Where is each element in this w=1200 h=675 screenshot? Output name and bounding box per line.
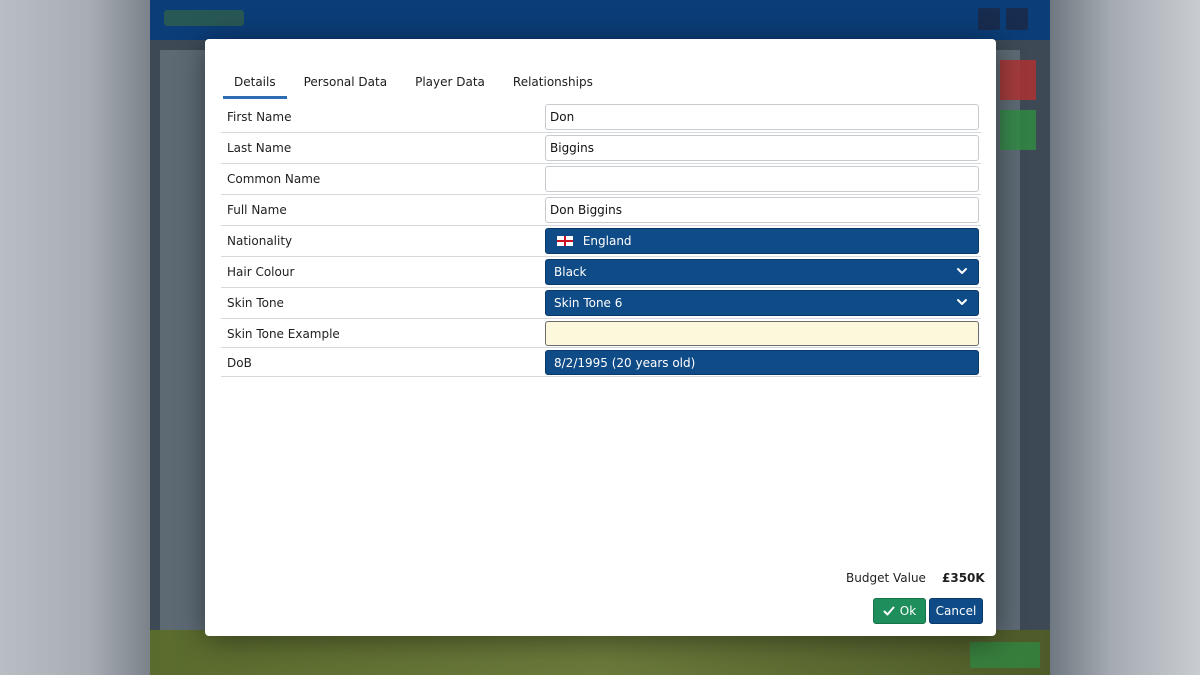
tab-personal-data[interactable]: Personal Data	[293, 69, 398, 99]
ok-button-label: Ok	[899, 604, 917, 618]
background-app-button	[1006, 8, 1028, 30]
first-name-label: First Name	[227, 110, 292, 124]
skin-tone-example-label: Skin Tone Example	[227, 327, 340, 341]
dob-picker[interactable]: 8/2/1995 (20 years old)	[545, 350, 979, 375]
form-row-common-name: Common Name	[221, 164, 981, 195]
nationality-label: Nationality	[227, 234, 293, 248]
nationality-value: England	[582, 234, 632, 248]
cancel-button-label: Cancel	[935, 604, 977, 618]
chevron-down-icon	[957, 299, 967, 305]
form-row-hair-colour: Hair Colour Black	[221, 257, 981, 288]
edit-player-dialog: Details Personal Data Player Data Relati…	[205, 39, 996, 636]
skin-tone-label: Skin Tone	[227, 296, 284, 310]
first-name-input[interactable]	[545, 104, 979, 130]
skin-tone-dropdown[interactable]: Skin Tone 6	[545, 290, 979, 316]
tab-bar: Details Personal Data Player Data Relati…	[223, 69, 610, 99]
common-name-input[interactable]	[545, 166, 979, 192]
last-name-label: Last Name	[227, 141, 292, 155]
ok-button[interactable]: Ok	[873, 598, 926, 624]
background-app-header	[150, 0, 1050, 40]
dob-value: 8/2/1995 (20 years old)	[554, 356, 696, 370]
background-blur-left	[0, 0, 150, 675]
nationality-selector[interactable]: England	[545, 228, 979, 254]
background-app-green-block	[1000, 110, 1036, 150]
common-name-label: Common Name	[227, 172, 321, 186]
background-app-footer	[150, 630, 1050, 675]
tab-player-data[interactable]: Player Data	[404, 69, 496, 99]
hair-colour-value: Black	[554, 265, 587, 279]
full-name-label: Full Name	[227, 203, 287, 217]
form-row-first-name: First Name	[221, 102, 981, 133]
form-row-nationality: Nationality England	[221, 226, 981, 257]
details-form: First Name Last Name Common Name Full Na…	[221, 102, 981, 377]
background-app-button	[978, 8, 1000, 30]
background-app-continue	[970, 642, 1040, 668]
form-row-full-name: Full Name	[221, 195, 981, 226]
tab-details[interactable]: Details	[223, 69, 287, 99]
background-app-logo	[164, 10, 244, 26]
checkmark-icon	[883, 606, 895, 616]
form-row-skin-tone-example: Skin Tone Example	[221, 319, 981, 348]
form-row-last-name: Last Name	[221, 133, 981, 164]
background-app-red-block	[1000, 60, 1036, 100]
form-row-skin-tone: Skin Tone Skin Tone 6	[221, 288, 981, 319]
hair-colour-dropdown[interactable]: Black	[545, 259, 979, 285]
hair-colour-label: Hair Colour	[227, 265, 295, 279]
full-name-input[interactable]	[545, 197, 979, 223]
skin-tone-example-swatch	[545, 321, 979, 346]
budget-value-label: Budget Value	[846, 571, 926, 585]
cancel-button[interactable]: Cancel	[929, 598, 983, 624]
dob-label: DoB	[227, 356, 252, 370]
skin-tone-value: Skin Tone 6	[554, 296, 623, 310]
budget-value-amount: £350K	[942, 571, 985, 585]
background-blur-right	[1050, 0, 1200, 675]
tab-relationships[interactable]: Relationships	[502, 69, 604, 99]
chevron-down-icon	[957, 268, 967, 274]
last-name-input[interactable]	[545, 135, 979, 161]
form-row-dob: DoB 8/2/1995 (20 years old)	[221, 348, 981, 377]
england-flag-icon	[557, 236, 573, 246]
